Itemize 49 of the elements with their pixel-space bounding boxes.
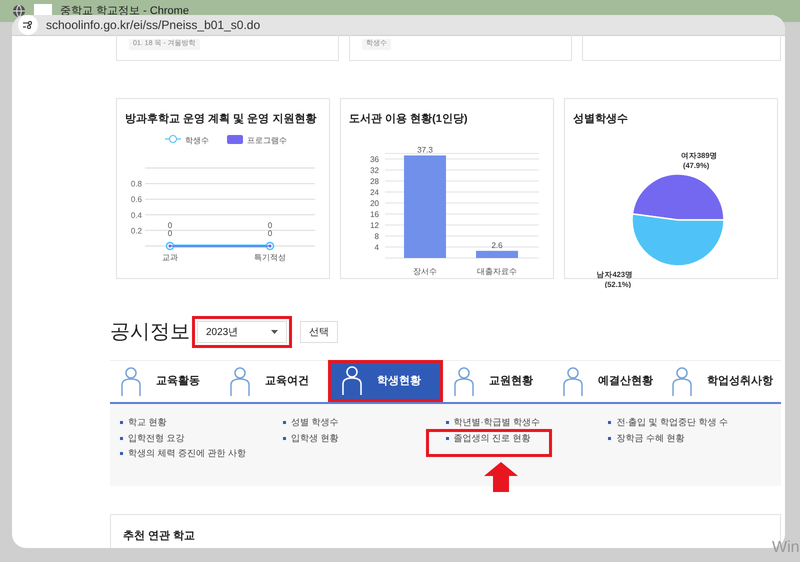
site-info-icon[interactable]: [18, 15, 38, 35]
axis-label: 교과: [162, 252, 178, 262]
info-link[interactable]: 입학생 현황: [282, 432, 446, 445]
legend-label: 프로그램수: [247, 136, 287, 144]
arrow-icon: [484, 462, 518, 492]
axis-label: 4: [374, 242, 379, 252]
caret-icon: [271, 330, 278, 334]
year-select[interactable]: 2023년: [197, 321, 287, 343]
data-label: 0: [268, 228, 272, 238]
chart-title: 성별학생수: [573, 112, 629, 127]
axis-label: 8: [374, 232, 379, 240]
url-text: schoolinfo.go.kr/ei/ss/Pneiss_b01_s0.do: [46, 17, 260, 34]
data-label: 2.6: [491, 240, 503, 250]
legend-label: 학생수: [185, 136, 209, 144]
bar: [476, 250, 518, 258]
data-label: 0: [168, 228, 172, 238]
data-label: 37.3: [417, 144, 433, 154]
axis-label: 16: [370, 210, 379, 218]
data-label: 0: [168, 220, 172, 230]
data-label: 0: [268, 220, 272, 230]
info-link[interactable]: 입학전형 요강: [120, 432, 283, 445]
section-heading: 공시정보: [110, 320, 190, 345]
desktop-text: Win: [772, 538, 800, 558]
axis-label: 특기적성: [254, 252, 286, 262]
axis-label: 28: [370, 176, 379, 186]
address-bar[interactable]: schoolinfo.go.kr/ei/ss/Pneiss_b01_s0.do: [12, 15, 785, 36]
chart-title: 방과후학교 운영 계획 및 운영 지원현황: [125, 112, 318, 127]
category-tab[interactable]: 학생현황: [328, 360, 443, 402]
axis-label: 36: [370, 154, 379, 164]
axis-label: 장서수: [413, 266, 437, 276]
info-link[interactable]: 학년별·학급별 학생수: [446, 416, 608, 430]
axis-label: 0.2: [130, 226, 142, 235]
globe-icon: [12, 4, 26, 18]
axis-label: 0.4: [130, 210, 142, 220]
axis-label: 12: [370, 220, 379, 230]
axis-label: 0.6: [130, 194, 142, 204]
info-link[interactable]: 학교 현황: [120, 416, 283, 430]
axis-label: 24: [370, 188, 379, 196]
select-button[interactable]: 선택: [300, 321, 338, 343]
related-title: 추천 연관 학교: [123, 530, 196, 542]
info-link[interactable]: 성별 학생수: [282, 416, 446, 430]
axis-label: 20: [370, 198, 379, 208]
info-link[interactable]: 전·출입 및 학업중단 학생 수: [608, 416, 771, 430]
info-link[interactable]: 학생의 체력 증진에 관한 사항: [120, 447, 283, 460]
chart-title: 도서관 이용 현황(1인당): [349, 112, 469, 127]
axis-label: 32: [370, 166, 379, 174]
axis-label: 0.8: [130, 179, 142, 188]
axis-label: 대출자료수: [477, 266, 517, 276]
info-link[interactable]: 장학금 수혜 현황: [608, 432, 771, 445]
